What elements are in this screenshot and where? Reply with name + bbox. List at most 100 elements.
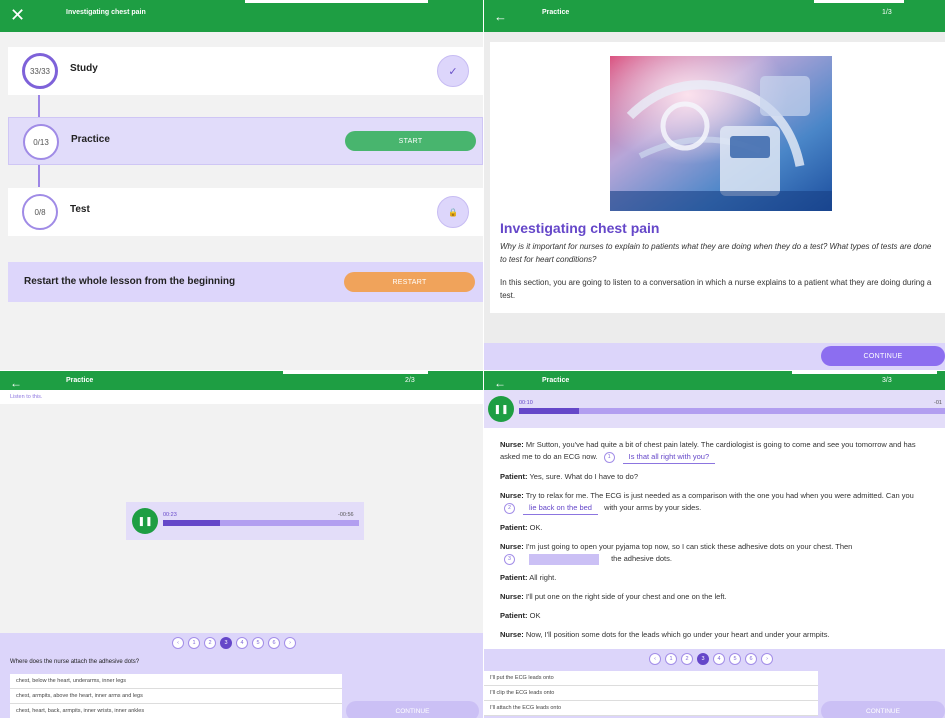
question-pager: ‹ 1 2 3 4 5 6 › — [172, 637, 296, 649]
pager-prev-button[interactable]: ‹ — [172, 637, 184, 649]
pause-icon[interactable]: ❚❚ — [488, 396, 514, 422]
lesson-step-practice[interactable]: 0/13 Practice START — [8, 117, 483, 165]
line-text: Try to relax for me. The ECG is just nee… — [525, 491, 914, 500]
dialogue-line: Nurse: Now, I'll position some dots for … — [500, 629, 930, 641]
section-title: Practice — [542, 9, 570, 16]
audio-elapsed: 00:23 — [163, 512, 177, 518]
restart-text: Restart the whole lesson from the beginn… — [24, 276, 236, 287]
close-icon[interactable]: ✕ — [10, 4, 25, 26]
pager-page-3[interactable]: 3 — [220, 637, 232, 649]
step-name: Test — [70, 204, 90, 215]
pager-page-5[interactable]: 5 — [252, 637, 264, 649]
top-bar: ← Practice 3/3 — [484, 371, 945, 390]
step-progress-circle: 0/8 — [22, 194, 58, 230]
pause-icon[interactable]: ❚❚ — [132, 508, 158, 534]
step-progress-circle: 33/33 — [22, 53, 58, 89]
status-notch — [283, 371, 428, 374]
line-text: I'm just going to open your pyjama top n… — [525, 542, 853, 551]
speaker-label: Nurse: — [500, 440, 524, 449]
dialogue-line: Nurse: I'm just going to open your pyjam… — [500, 541, 930, 565]
line-text: Now, I'll position some dots for the lea… — [525, 630, 830, 639]
pager-page-3[interactable]: 3 — [697, 653, 709, 665]
speaker-label: Patient: — [500, 611, 528, 620]
status-notch — [245, 0, 428, 3]
step-name: Study — [70, 63, 98, 74]
section-title: Practice — [542, 377, 570, 384]
line-text: Yes, sure. What do I have to do? — [529, 472, 639, 481]
gap-answer-2[interactable]: lie back on the bed — [523, 502, 598, 515]
audio-progress-bar[interactable] — [519, 408, 945, 414]
line-text: OK — [529, 611, 541, 620]
listening-question-panel: ← Practice 2/3 Listen to this. ❚❚ 00:23 … — [0, 371, 483, 718]
answer-option[interactable]: chest, armpits, above the heart, inner a… — [10, 689, 342, 704]
pager-page-2[interactable]: 2 — [204, 637, 216, 649]
continue-button[interactable]: CONTINUE — [821, 346, 945, 366]
top-bar: ← Practice 1/3 — [484, 0, 945, 32]
pager-page-6[interactable]: 6 — [268, 637, 280, 649]
speaker-label: Nurse: — [500, 491, 524, 500]
start-button[interactable]: START — [345, 131, 476, 151]
pager-page-2[interactable]: 2 — [681, 653, 693, 665]
pager-next-button[interactable]: › — [761, 653, 773, 665]
instruction-text: Listen to this. — [10, 394, 43, 400]
step-connector — [38, 165, 40, 187]
line-text: I'll put one on the right side of your c… — [525, 592, 727, 601]
section-title: Practice — [66, 377, 94, 384]
pager-next-button[interactable]: › — [284, 637, 296, 649]
restart-section: Restart the whole lesson from the beginn… — [8, 262, 483, 302]
speaker-label: Nurse: — [500, 592, 524, 601]
pager-page-1[interactable]: 1 — [188, 637, 200, 649]
pager-prev-button[interactable]: ‹ — [649, 653, 661, 665]
dialogue-line: Patient: OK. — [500, 522, 930, 534]
continue-button[interactable]: CONTINUE — [346, 701, 479, 718]
dialogue-line: Nurse: I'll put one on the right side of… — [500, 591, 930, 603]
continue-button[interactable]: CONTINUE — [821, 701, 945, 718]
intro-text: In this section, you are going to listen… — [500, 278, 932, 300]
speaker-label: Nurse: — [500, 542, 524, 551]
pager-page-1[interactable]: 1 — [665, 653, 677, 665]
hospital-equipment-image — [610, 56, 832, 211]
intro-card: Investigating chest pain Why is it impor… — [490, 42, 945, 313]
restart-button[interactable]: RESTART — [344, 272, 475, 292]
audio-remaining: -01 — [934, 400, 942, 406]
line-text: OK. — [529, 523, 543, 532]
dialogue-line: Nurse: Try to relax for me. The ECG is j… — [500, 490, 930, 515]
answer-option[interactable]: chest, below the heart, underarms, inner… — [10, 674, 342, 689]
lock-icon[interactable]: 🔒 — [437, 196, 469, 228]
answer-option[interactable]: I'll clip the ECG leads onto — [484, 686, 818, 701]
pager-page-6[interactable]: 6 — [745, 653, 757, 665]
speaker-label: Patient: — [500, 472, 528, 481]
check-icon[interactable]: ✓ — [437, 55, 469, 87]
speaker-label: Patient: — [500, 523, 528, 532]
line-text: with your arms by your sides. — [604, 503, 702, 512]
gap-answer-3-blank[interactable] — [529, 553, 599, 565]
answer-option[interactable]: chest, heart, back, armpits, inner wrist… — [10, 704, 342, 718]
audio-progress-bar[interactable] — [163, 520, 359, 526]
audio-elapsed: 00:10 — [519, 400, 533, 406]
answer-options: chest, below the heart, underarms, inner… — [10, 674, 342, 718]
lesson-title: Investigating chest pain — [66, 9, 146, 16]
step-progress-circle: 0/13 — [23, 124, 59, 160]
pager-page-5[interactable]: 5 — [729, 653, 741, 665]
gap-answer-1[interactable]: Is that all right with you? — [622, 451, 716, 464]
page-counter: 3/3 — [882, 377, 892, 384]
transcript-gapfill-panel: ← Practice 3/3 ❚❚ 00:10 -01 Nurse: Mr Su… — [484, 371, 945, 718]
intro-question: Why is it important for nurses to explai… — [500, 242, 932, 264]
top-bar: ✕ Investigating chest pain — [0, 0, 483, 32]
lesson-step-test[interactable]: 0/8 Test 🔒 — [8, 188, 483, 236]
back-arrow-icon[interactable]: ← — [494, 6, 507, 28]
dialogue-line: Patient: OK — [500, 610, 930, 622]
audio-progress-fill — [519, 408, 579, 414]
gap-number: 3 — [504, 553, 515, 565]
page-counter: 2/3 — [405, 377, 415, 384]
step-connector — [38, 95, 40, 117]
audio-remaining: -00:56 — [338, 512, 354, 518]
lesson-step-study[interactable]: 33/33 Study ✓ — [8, 47, 483, 95]
audio-progress-fill — [163, 520, 220, 526]
pager-page-4[interactable]: 4 — [713, 653, 725, 665]
line-text: the adhesive dots. — [611, 554, 672, 563]
dialogue-line: Nurse: Mr Sutton, you've had quite a bit… — [500, 439, 930, 464]
pager-page-4[interactable]: 4 — [236, 637, 248, 649]
answer-option[interactable]: I'll attach the ECG leads onto — [484, 701, 818, 716]
answer-option[interactable]: I'll put the ECG leads onto — [484, 671, 818, 686]
